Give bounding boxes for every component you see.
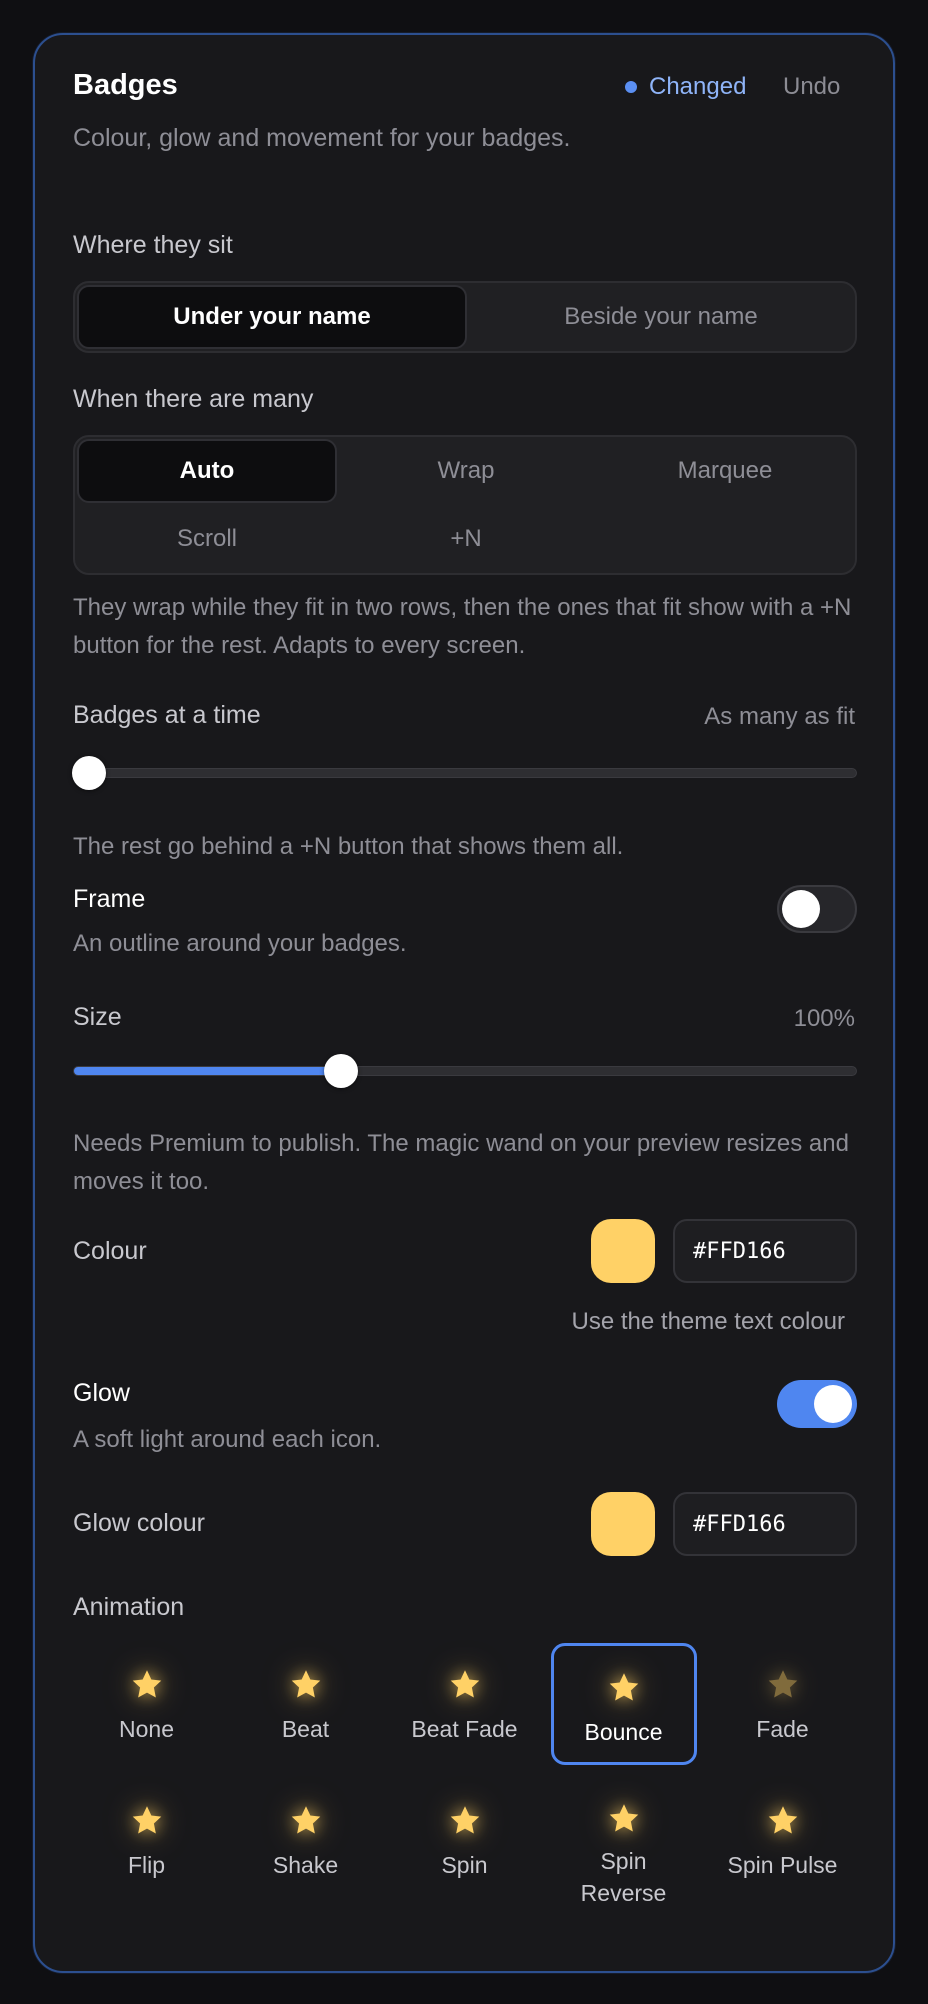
placement-label: Where they sit (73, 231, 233, 259)
animation-option-label: Spin Reverse (580, 1848, 667, 1906)
count-help: The rest go behind a +N button that show… (73, 833, 624, 860)
placement-segmented-control: Under your name Beside your name (73, 281, 857, 353)
star-icon (127, 1801, 167, 1841)
glow-colour-hex-field[interactable]: #FFD166 (673, 1492, 857, 1556)
size-slider-handle[interactable] (323, 1054, 358, 1088)
colour-swatch[interactable] (591, 1219, 655, 1283)
overflow-help: They wrap while they fit in two rows, th… (73, 594, 852, 659)
animation-label: Animation (73, 1593, 185, 1621)
animation-option-flip[interactable]: Flip (74, 1779, 220, 1901)
frame-toggle-knob (782, 890, 820, 928)
star-icon (604, 1801, 644, 1837)
count-label: Badges at a time (73, 701, 261, 729)
animation-option-label: Bounce (584, 1719, 663, 1745)
frame-label: Frame (73, 885, 146, 913)
size-value: 100% (793, 1005, 855, 1032)
glow-colour-label: Glow colour (73, 1509, 205, 1537)
count-slider-handle[interactable] (72, 756, 106, 790)
frame-help: An outline around your badges. (73, 930, 407, 957)
glow-toggle[interactable] (777, 1380, 857, 1428)
animation-option-label: Flip (127, 1852, 166, 1878)
star-icon (763, 1801, 803, 1841)
animation-option-bounce[interactable]: Bounce (550, 1643, 697, 1765)
glow-toggle-knob (814, 1385, 852, 1423)
size-label: Size (73, 1003, 122, 1031)
star-icon (445, 1665, 485, 1705)
undo-button[interactable]: Undo (783, 73, 840, 101)
animation-option-beat[interactable]: Beat (233, 1643, 379, 1765)
star-icon (286, 1665, 326, 1705)
placement-option-beside[interactable]: Beside your name (467, 285, 855, 349)
colour-label: Colour (73, 1237, 147, 1265)
animation-option-label: None (119, 1716, 174, 1742)
star-icon (763, 1665, 803, 1705)
animation-option-spin-reverse[interactable]: Spin Reverse (551, 1779, 697, 1906)
star-icon (127, 1665, 167, 1705)
star-icon (604, 1668, 644, 1708)
theme-colour-link[interactable]: Use the theme text colour (572, 1303, 845, 1341)
animation-option-label: Beat Fade (411, 1716, 518, 1742)
changed-status: Changed (625, 73, 746, 101)
animation-option-spin[interactable]: Spin (392, 1779, 538, 1901)
overflow-option-wrap[interactable]: Wrap (337, 439, 595, 503)
size-slider-track[interactable] (73, 1054, 857, 1088)
animation-option-none[interactable]: None (74, 1643, 220, 1765)
placement-option-under[interactable]: Under your name (77, 285, 467, 349)
overflow-option-auto[interactable]: Auto (77, 439, 337, 503)
animation-option-label: Beat (281, 1716, 330, 1742)
animation-option-label: Spin (441, 1852, 488, 1878)
star-icon (286, 1801, 326, 1841)
page-title: Badges (73, 69, 178, 101)
animation-option-label: Fade (756, 1716, 809, 1742)
size-help: Needs Premium to publish. The magic wand… (73, 1130, 849, 1195)
frame-toggle[interactable] (777, 885, 857, 933)
animation-option-beat-fade[interactable]: Beat Fade (392, 1643, 538, 1765)
overflow-option-marquee[interactable]: Marquee (595, 439, 855, 503)
animation-option-fade[interactable]: Fade (710, 1643, 856, 1765)
overflow-option-scroll[interactable]: Scroll (77, 507, 337, 571)
colour-hex-field[interactable]: #FFD166 (673, 1219, 857, 1283)
changed-label: Changed (649, 73, 747, 100)
count-slider-track[interactable] (72, 756, 857, 790)
overflow-option-plus-n[interactable]: +N (337, 507, 595, 571)
star-icon (445, 1801, 485, 1841)
animation-option-spin-pulse[interactable]: Spin Pulse (710, 1779, 856, 1901)
card-subtitle: Colour, glow and movement for your badge… (73, 124, 571, 152)
glow-colour-swatch[interactable] (591, 1492, 655, 1556)
size-slider-fill (74, 1067, 341, 1075)
animation-option-label: Spin Pulse (727, 1852, 838, 1878)
animation-option-label: Shake (272, 1852, 339, 1878)
glow-label: Glow (73, 1379, 130, 1407)
overflow-label: When there are many (73, 385, 314, 413)
animation-option-shake[interactable]: Shake (233, 1779, 379, 1901)
badges-settings-card: Badges Changed Undo Colour, glow and mov… (33, 33, 895, 1973)
animation-grid: None Beat Beat Fade Bounce Fade Flip Shake Spin… (73, 1643, 863, 1943)
overflow-segmented-control: Auto Wrap Marquee Scroll +N (73, 435, 857, 575)
count-value: As many as fit (704, 703, 855, 730)
glow-help: A soft light around each icon. (73, 1426, 382, 1453)
changed-dot-icon (625, 81, 637, 93)
